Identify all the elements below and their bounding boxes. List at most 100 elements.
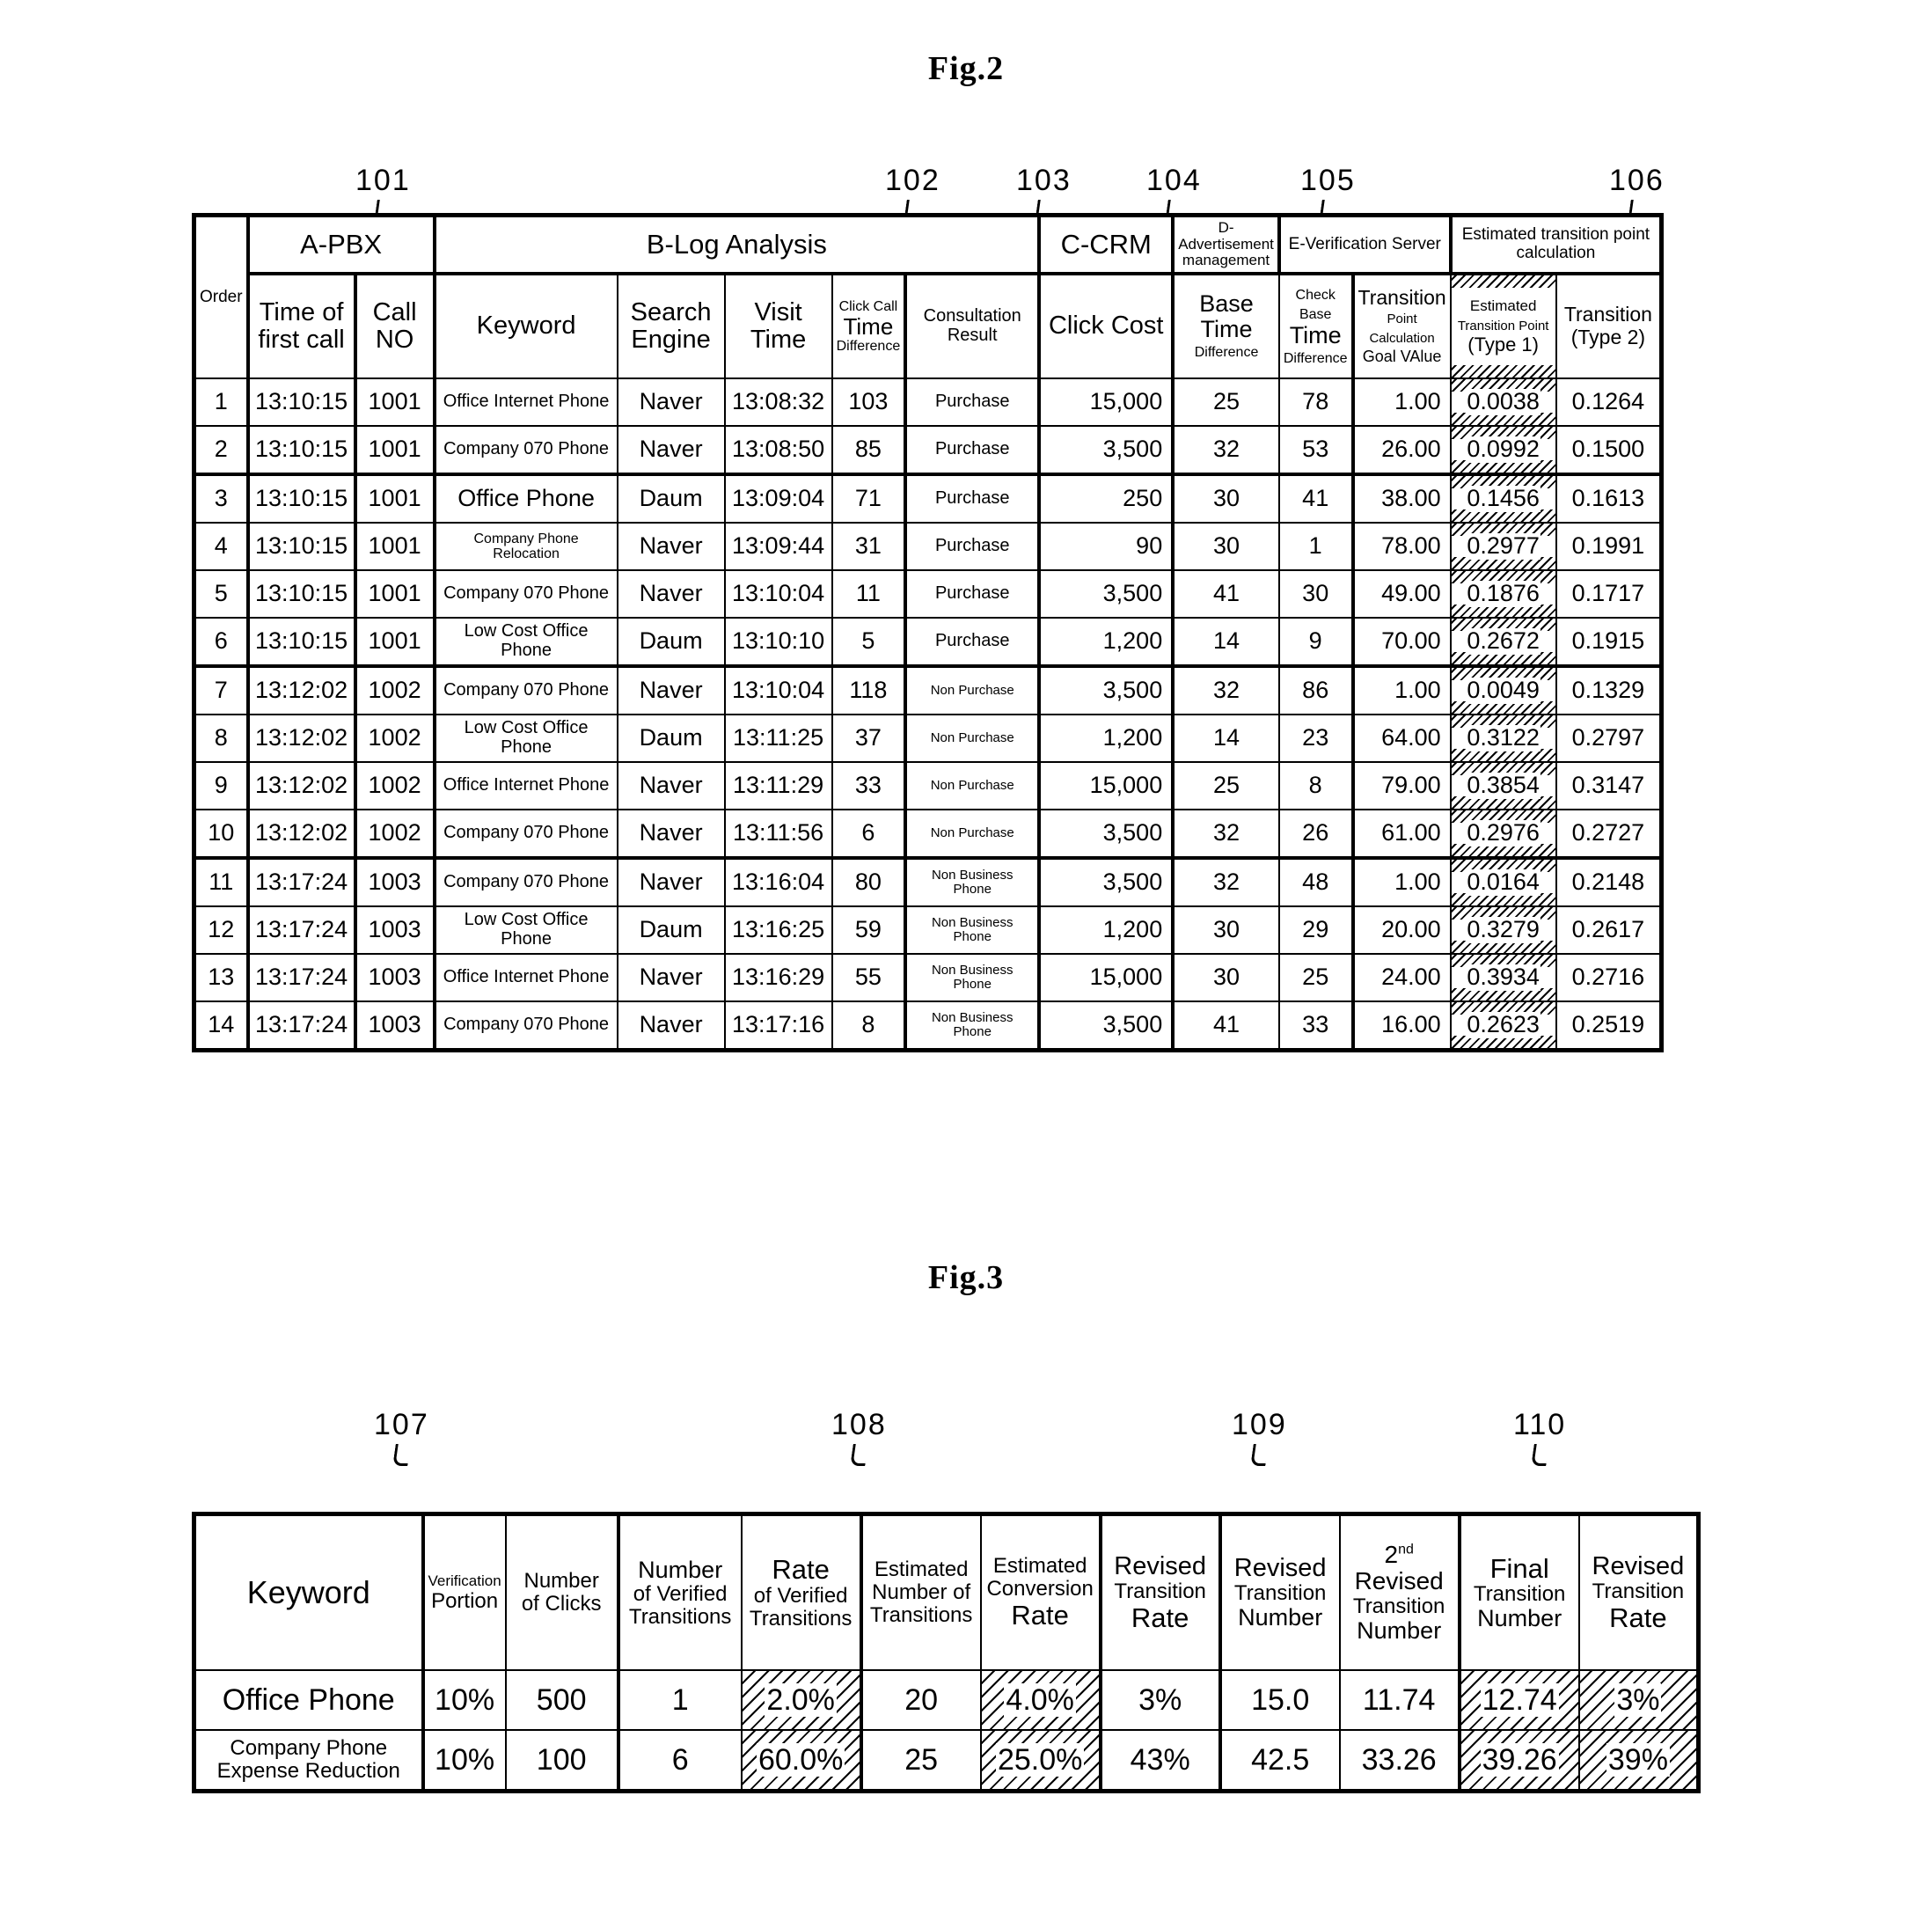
cell-revised-transition-number: 15.0: [1218, 1669, 1341, 1731]
cell-click-cost: 1,200: [1038, 714, 1175, 763]
table-row[interactable]: 4 13:10:15 1001 Company Phone Relocation Nav…: [193, 522, 1663, 571]
cell-revised-transition-rate: 43%: [1099, 1729, 1222, 1792]
cell-search-engine: Daum: [616, 473, 726, 524]
cell-transition-type-2: 0.1500: [1555, 425, 1663, 476]
reference-110: 110: [1513, 1408, 1566, 1466]
cell-estimated-number-of-transitions: 20: [860, 1669, 982, 1731]
cell-rate-of-verified-transitions: 2.0%: [740, 1669, 863, 1731]
cell-transition-point-goal-value: 26.00: [1351, 425, 1452, 476]
cell-keyword: Office Internet Phone: [433, 761, 618, 810]
cell-rate-of-verified-transitions: 60.0%: [740, 1729, 863, 1792]
cell-click-cost: 15,000: [1038, 761, 1175, 810]
cell-click-call-time-difference: 55: [831, 953, 908, 1002]
cell-base-time-difference: 25: [1172, 377, 1280, 427]
cell-transition-type-2: 0.2716: [1555, 953, 1663, 1002]
col-estimated-transition-point-type-1: Estimated Transition Point (Type 1): [1449, 273, 1557, 379]
cell-search-engine: Daum: [616, 617, 726, 668]
cell-keyword: Office Phone: [433, 473, 618, 524]
cell-visit-time: 13:10:10: [723, 617, 833, 668]
cell-time-of-first-call: 13:10:15: [246, 377, 357, 427]
col-final-revised-transition-rate: Revised Transition Rate: [1577, 1513, 1700, 1671]
cell-second-revised-transition-number: 33.26: [1338, 1729, 1461, 1792]
cell-consultation-result: Purchase: [904, 522, 1042, 571]
table-row[interactable]: 9 13:12:02 1002 Office Internet Phone Naver 1…: [193, 761, 1663, 810]
cell-search-engine: Naver: [616, 857, 726, 907]
cell-check-base-time-difference: 23: [1277, 714, 1355, 763]
col-final-transition-number: Final Transition Number: [1458, 1513, 1580, 1671]
cell-estimated-transition-point-type-1: 0.3279: [1449, 905, 1557, 955]
table-row[interactable]: Company Phone Expense Reduction 10% 100 6 60.…: [193, 1729, 1700, 1792]
cell-call-no: 1002: [354, 665, 436, 715]
cell-transition-type-2: 0.2148: [1555, 857, 1663, 907]
table-row[interactable]: 8 13:12:02 1002 Low Cost Office Phone Daum 13…: [193, 714, 1663, 763]
table-row[interactable]: Office Phone 10% 500 1 2.0% 20 4.0% 3% 15.0 11.74…: [193, 1669, 1700, 1731]
cell-time-of-first-call: 13:10:15: [246, 425, 357, 476]
cell-search-engine: Daum: [616, 905, 726, 955]
col-search-engine: Search Engine: [616, 273, 726, 379]
cell-consultation-result: Non Business Phone: [904, 1000, 1042, 1052]
cell-base-time-difference: 30: [1172, 522, 1280, 571]
col-number-of-clicks: Number of Clicks: [504, 1513, 620, 1671]
cell-click-cost: 90: [1038, 522, 1175, 571]
cell-estimated-transition-point-type-1: 0.2672: [1449, 617, 1557, 668]
table-row[interactable]: 2 13:10:15 1001 Company 070 Phone Naver 13:08…: [193, 425, 1663, 476]
cell-click-call-time-difference: 31: [831, 522, 908, 571]
table-row[interactable]: 1 13:10:15 1001 Office Internet Phone Naver 1…: [193, 377, 1663, 427]
table-row[interactable]: 7 13:12:02 1002 Company 070 Phone Naver 13:10…: [193, 665, 1663, 715]
cell-transition-type-2: 0.1717: [1555, 569, 1663, 619]
cell-click-cost: 3,500: [1038, 569, 1175, 619]
cell-estimated-transition-point-type-1: 0.3122: [1449, 714, 1557, 763]
cell-estimated-transition-point-type-1: 0.2623: [1449, 1000, 1557, 1052]
group-header-d-advertisement-management: D-Advertisement management: [1172, 214, 1281, 275]
cell-time-of-first-call: 13:17:24: [246, 905, 357, 955]
cell-click-cost: 250: [1038, 473, 1175, 524]
column-header-row: Time of first call Call NO Keyword Searc…: [194, 273, 1663, 379]
cell-transition-type-2: 0.3147: [1555, 761, 1663, 810]
cell-estimated-transition-point-type-1: 0.2976: [1449, 809, 1557, 860]
cell-keyword: Low Cost Office Phone: [433, 714, 618, 763]
cell-transition-point-goal-value: 24.00: [1351, 953, 1452, 1002]
cell-check-base-time-difference: 78: [1277, 377, 1355, 427]
col-base-time-difference: Base Time Difference: [1172, 273, 1280, 379]
cell-transition-point-goal-value: 38.00: [1351, 473, 1452, 524]
cell-consultation-result: Non Business Phone: [904, 905, 1042, 955]
cell-consultation-result: Purchase: [904, 617, 1042, 668]
cell-keyword: Company 070 Phone: [433, 665, 618, 715]
table-row[interactable]: 13 13:17:24 1003 Office Internet Phone Naver…: [193, 953, 1663, 1002]
table-row[interactable]: 12 13:17:24 1003 Low Cost Office Phone Daum 1…: [193, 905, 1663, 955]
cell-estimated-transition-point-type-1: 0.0038: [1449, 377, 1557, 427]
cell-keyword: Company 070 Phone: [433, 1000, 618, 1052]
cell-no: 12: [193, 905, 250, 955]
cell-final-revised-transition-rate: 3%: [1577, 1669, 1700, 1731]
cell-click-call-time-difference: 118: [831, 665, 908, 715]
cell-estimated-number-of-transitions: 25: [860, 1729, 982, 1792]
table-row[interactable]: 10 13:12:02 1002 Company 070 Phone Naver 13:1…: [193, 809, 1663, 860]
cell-call-no: 1002: [354, 714, 436, 763]
cell-visit-time: 13:08:50: [723, 425, 833, 476]
cell-click-cost: 3,500: [1038, 425, 1175, 476]
cell-transition-point-goal-value: 64.00: [1351, 714, 1452, 763]
cell-keyword: Low Cost Office Phone: [433, 617, 618, 668]
cell-final-revised-transition-rate: 39%: [1577, 1729, 1700, 1792]
table-row[interactable]: 5 13:10:15 1001 Company 070 Phone Naver 13:10…: [193, 569, 1663, 619]
cell-click-cost: 3,500: [1038, 665, 1175, 715]
table-row[interactable]: 11 13:17:24 1003 Company 070 Phone Naver 13:1…: [193, 857, 1663, 907]
col-verification-portion: Verification Portion: [421, 1513, 507, 1671]
cell-call-no: 1002: [354, 809, 436, 860]
cell-search-engine: Naver: [616, 953, 726, 1002]
cell-time-of-first-call: 13:17:24: [246, 857, 357, 907]
cell-click-call-time-difference: 5: [831, 617, 908, 668]
cell-click-call-time-difference: 6: [831, 809, 908, 860]
group-header-row: Order A-PBX B-Log Analysis C-CRM D-Adver…: [193, 214, 1663, 379]
cell-click-call-time-difference: 8: [831, 1000, 908, 1052]
table-row[interactable]: 3 13:10:15 1001 Office Phone Daum 13:09:04 71 P…: [193, 473, 1663, 524]
table-row[interactable]: 14 13:17:24 1003 Company 070 Phone Naver 13:1…: [193, 1000, 1663, 1052]
cell-base-time-difference: 41: [1172, 569, 1280, 619]
group-header-e-verification-server: E-Verification Server: [1277, 214, 1453, 275]
cell-number-of-verified-transitions: 1: [617, 1669, 743, 1731]
cell-consultation-result: Purchase: [904, 473, 1042, 524]
cell-search-engine: Naver: [616, 377, 726, 427]
cell-check-base-time-difference: 1: [1277, 522, 1355, 571]
table-row[interactable]: 6 13:10:15 1001 Low Cost Office Phone Daum 13…: [193, 617, 1663, 668]
cell-no: 9: [193, 761, 250, 810]
